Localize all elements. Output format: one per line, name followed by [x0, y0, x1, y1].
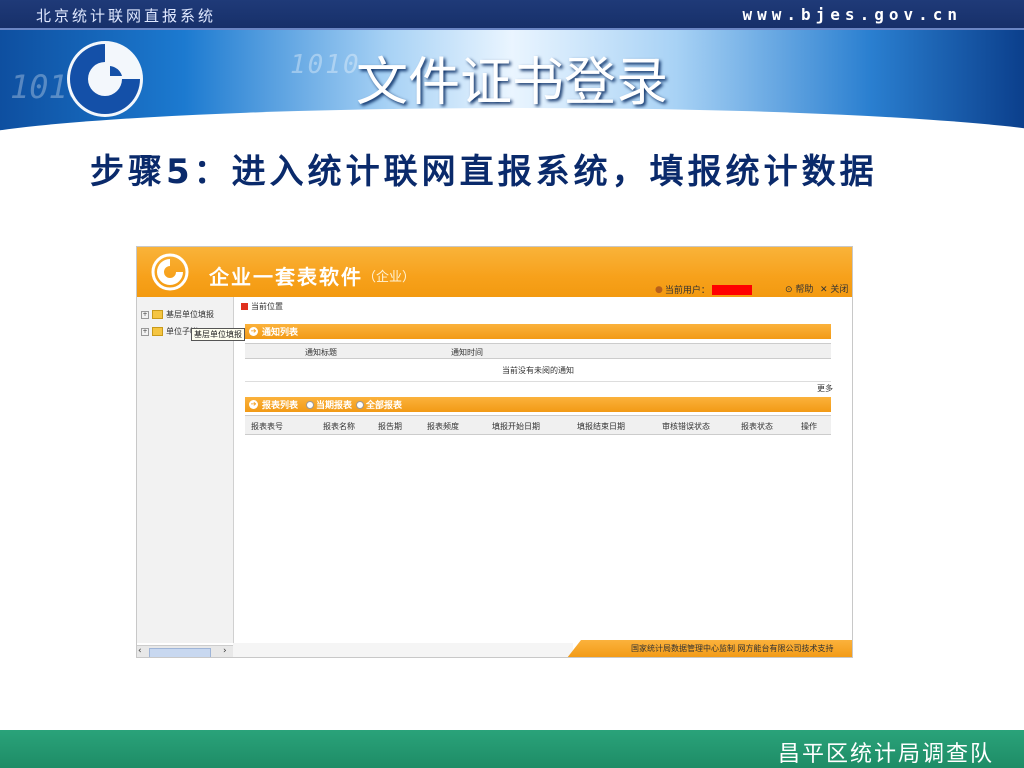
help-button[interactable]: ⊙ 帮助 — [785, 282, 813, 295]
page-title: 文件证书登录 — [355, 53, 668, 113]
current-user-label: 当前用户： — [664, 286, 710, 296]
site-name: 北京统计联网直报系统 — [36, 7, 217, 25]
arrow-icon: ➔ — [249, 400, 258, 409]
location-icon — [241, 303, 248, 310]
user-icon: ● — [655, 284, 663, 295]
filter-current-label[interactable]: 当期报表 — [316, 398, 352, 411]
scroll-right-icon[interactable]: › — [223, 646, 227, 656]
column-header: 报告期 — [378, 422, 402, 431]
current-user: ● 当前用户： — [655, 283, 752, 296]
organization-name: 昌平区统计局调查队 — [777, 742, 994, 767]
report-section-title: 报表列表 — [262, 401, 299, 411]
folder-icon — [152, 310, 163, 319]
breadcrumb: 当前位置 — [241, 301, 283, 312]
app-window: 企业一套表软件 （企业） ● 当前用户： ⊙ 帮助 ✕ 关闭 + 基层单位填报 … — [136, 246, 853, 658]
sidebar-item-base-unit[interactable]: + 基层单位填报 — [141, 309, 214, 320]
breadcrumb-label: 当前位置 — [251, 302, 283, 311]
close-button[interactable]: ✕ 关闭 — [820, 282, 848, 295]
site-url: www.bjes.gov.cn — [742, 5, 962, 24]
filter-all-label[interactable]: 全部报表 — [366, 398, 402, 411]
sidebar-scrollbar[interactable]: ‹ › — [137, 645, 233, 657]
bottom-bar: 昌平区统计局调查队 — [0, 730, 1024, 768]
arrow-icon: ➔ — [249, 327, 258, 336]
column-header: 操作 — [801, 422, 817, 431]
empty-notice-message: 当前没有未阅的通知 — [245, 361, 831, 382]
sidebar-item-sub-account[interactable]: + 单位子帐 — [141, 326, 198, 337]
expand-icon[interactable]: + — [141, 310, 149, 319]
column-header: 通知时间 — [451, 348, 483, 357]
more-link[interactable]: 更多 — [817, 383, 833, 394]
step-instruction: 步骤5：进入统计联网直报系统，填报统计数据 — [90, 152, 878, 192]
notice-section-header: ➔ 通知列表 — [245, 324, 831, 339]
help-icon: ⊙ — [785, 285, 793, 295]
close-label: 关闭 — [830, 285, 849, 295]
app-subtitle: （企业） — [363, 270, 416, 285]
help-label: 帮助 — [795, 285, 814, 295]
app-title: 企业一套表软件 — [209, 265, 363, 289]
report-table-header: 报表表号 报表名称 报告期 报表频度 填报开始日期 填报结束日期 审核错误状态 … — [245, 415, 831, 435]
column-header: 通知标题 — [305, 348, 337, 357]
radio-all-reports[interactable] — [356, 400, 365, 409]
redacted-username — [711, 284, 752, 295]
sidebar: + 基层单位填报 + 单位子帐 基层单位填报 — [137, 297, 245, 643]
sidebar-item-label: 基层单位填报 — [166, 310, 214, 319]
close-icon: ✕ — [820, 285, 828, 295]
app-header: 企业一套表软件 （企业） ● 当前用户： ⊙ 帮助 ✕ 关闭 — [137, 247, 852, 297]
scroll-left-icon[interactable]: ‹ — [138, 646, 142, 656]
scrollbar-thumb[interactable] — [149, 648, 211, 657]
expand-icon[interactable]: + — [141, 327, 149, 336]
banner: 1010 1010 文件证书登录 — [0, 30, 1024, 142]
top-bar: 北京统计联网直报系统 www.bjes.gov.cn — [0, 0, 1024, 30]
notice-section-title: 通知列表 — [262, 328, 299, 338]
footer-strip — [233, 643, 573, 657]
report-section-header: ➔ 报表列表 当期报表 全部报表 — [245, 397, 831, 412]
app-footer: 国家统计局数据管理中心监制 网方能台有限公司技术支持 — [567, 640, 852, 657]
tooltip: 基层单位填报 — [191, 328, 245, 341]
column-header: 报表状态 — [741, 422, 773, 431]
column-header: 填报开始日期 — [492, 422, 540, 431]
column-header: 报表频度 — [427, 422, 459, 431]
column-header: 审核错误状态 — [662, 422, 710, 431]
column-header: 填报结束日期 — [577, 422, 625, 431]
app-logo-icon — [151, 253, 189, 291]
column-header: 报表名称 — [323, 422, 355, 431]
folder-icon — [152, 327, 163, 336]
radio-current-reports[interactable] — [306, 400, 315, 409]
notice-table-header: 通知标题 通知时间 — [245, 343, 831, 359]
column-header: 报表表号 — [251, 422, 283, 431]
